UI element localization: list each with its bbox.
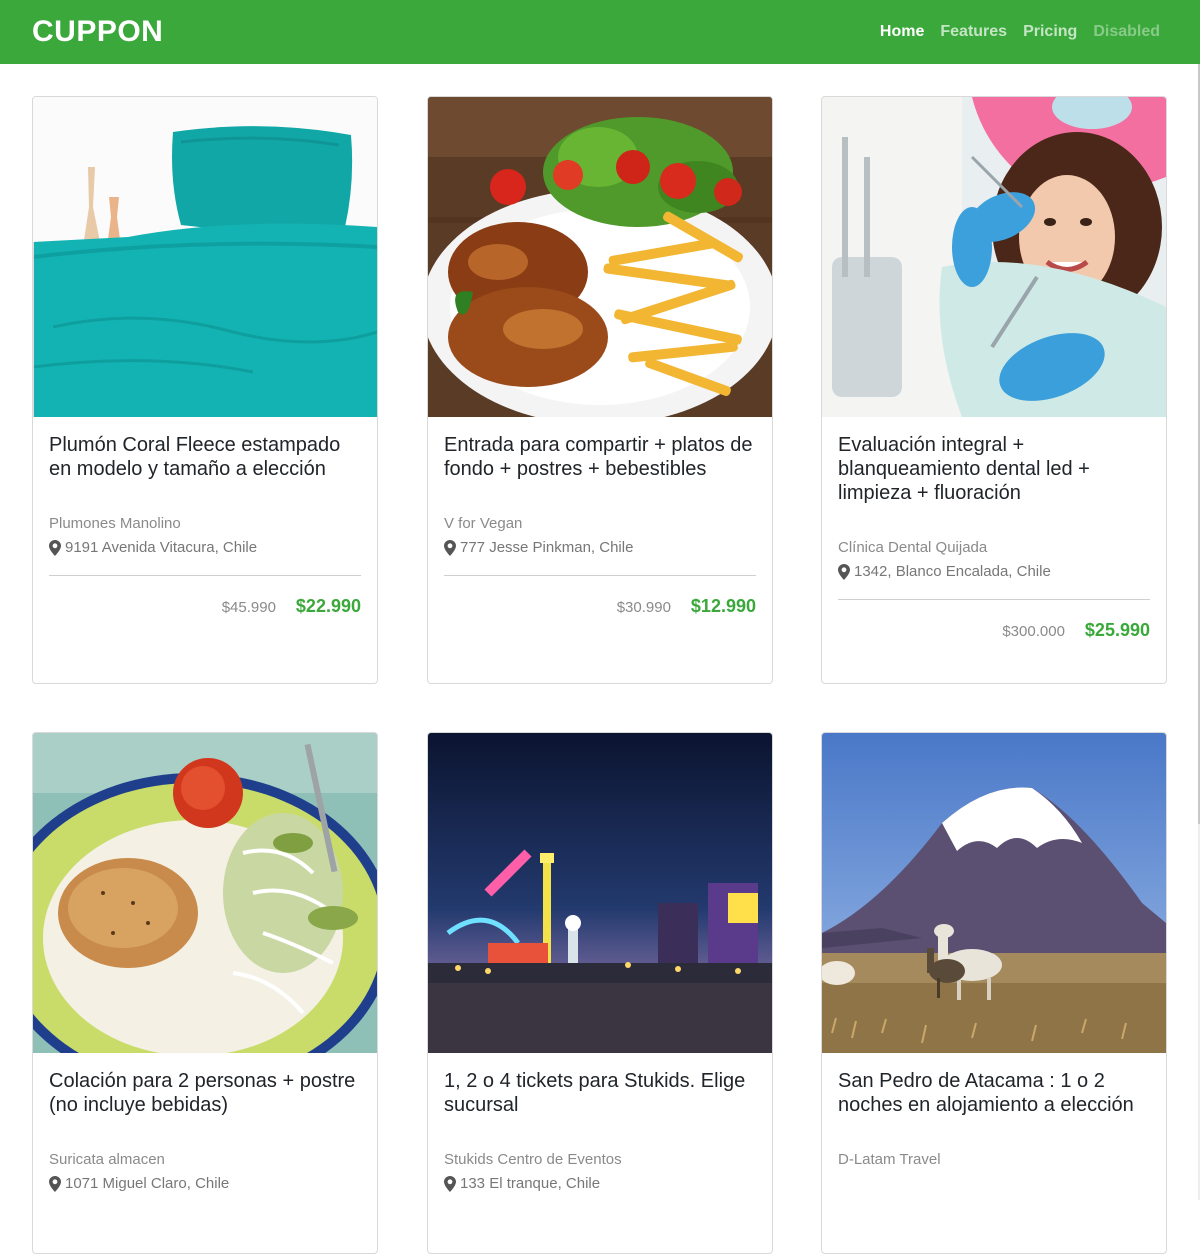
discount-price: $25.990 — [1084, 620, 1150, 640]
map-marker-icon — [444, 540, 456, 556]
nav-link-features[interactable]: Features — [940, 23, 1007, 41]
amusement-park-image — [428, 733, 772, 1053]
address-text: 1071 Miguel Claro, Chile — [65, 1175, 230, 1192]
address-text: 777 Jesse Pinkman, Chile — [460, 539, 634, 556]
discount-price: $22.990 — [295, 596, 361, 616]
map-marker-icon — [444, 1176, 456, 1192]
deal-card[interactable]: Entrada para compartir + platos de fondo… — [427, 96, 773, 684]
merchant-name: Suricata almacen — [49, 1151, 165, 1168]
deal-title[interactable]: San Pedro de Atacama : 1 o 2 noches en a… — [838, 1069, 1150, 1117]
nav-link-home[interactable]: Home — [880, 23, 924, 41]
dental-image — [822, 97, 1166, 417]
deal-image[interactable] — [822, 97, 1166, 417]
deal-address: 777 Jesse Pinkman, Chile — [444, 536, 756, 560]
deal-card[interactable]: Plumón Coral Fleece estampado en modelo … — [32, 96, 378, 684]
price-row: $30.990 $12.990 — [444, 576, 756, 636]
deal-title[interactable]: Plumón Coral Fleece estampado en modelo … — [49, 433, 361, 481]
deal-address: 9191 Avenida Vitacura, Chile — [49, 536, 361, 560]
brand-logo[interactable]: CUPPON — [32, 14, 163, 50]
original-price: $30.990 — [616, 599, 671, 616]
merchant-name: Clínica Dental Quijada — [838, 539, 988, 556]
merchant-name: Stukids Centro de Eventos — [444, 1151, 622, 1168]
deal-card[interactable]: San Pedro de Atacama : 1 o 2 noches en a… — [821, 732, 1167, 1254]
deal-image[interactable] — [33, 97, 377, 417]
original-price: $300.000 — [1002, 623, 1065, 640]
deal-image[interactable] — [428, 733, 772, 1053]
deal-card[interactable]: 1, 2 o 4 tickets para Stukids. Elige suc… — [427, 732, 773, 1254]
address-text: 133 El tranque, Chile — [460, 1175, 601, 1192]
deal-image[interactable] — [33, 733, 377, 1053]
deal-card[interactable]: Colación para 2 personas + postre (no in… — [32, 732, 378, 1254]
food-image — [428, 97, 772, 417]
deal-address: 1342, Blanco Encalada, Chile — [838, 560, 1150, 584]
price-row: $300.000 $25.990 — [838, 600, 1150, 660]
bedding-image — [33, 97, 377, 417]
lunch-image — [33, 733, 377, 1053]
deal-card[interactable]: Evaluación integral + blanqueamiento den… — [821, 96, 1167, 684]
discount-price: $12.990 — [690, 596, 756, 616]
map-marker-icon — [838, 564, 850, 580]
navbar: CUPPON Home Features Pricing Disabled — [0, 0, 1200, 64]
map-marker-icon — [49, 540, 61, 556]
deal-title[interactable]: 1, 2 o 4 tickets para Stukids. Elige suc… — [444, 1069, 756, 1117]
original-price: $45.990 — [221, 599, 276, 616]
deal-title[interactable]: Entrada para compartir + platos de fondo… — [444, 433, 756, 481]
deal-address: 1071 Miguel Claro, Chile — [49, 1172, 361, 1196]
address-text: 1342, Blanco Encalada, Chile — [854, 563, 1051, 580]
nav-links: Home Features Pricing Disabled — [864, 0, 1160, 64]
merchant-name: D-Latam Travel — [838, 1151, 941, 1168]
address-text: 9191 Avenida Vitacura, Chile — [65, 539, 258, 556]
volcano-image — [822, 733, 1166, 1053]
deal-title[interactable]: Evaluación integral + blanqueamiento den… — [838, 433, 1150, 505]
deal-address: 133 El tranque, Chile — [444, 1172, 756, 1196]
merchant-name: V for Vegan — [444, 515, 523, 532]
nav-link-pricing[interactable]: Pricing — [1023, 23, 1077, 41]
map-marker-icon — [49, 1176, 61, 1192]
deal-image[interactable] — [428, 97, 772, 417]
deal-title[interactable]: Colación para 2 personas + postre (no in… — [49, 1069, 361, 1117]
nav-link-disabled: Disabled — [1093, 23, 1160, 40]
merchant-name: Plumones Manolino — [49, 515, 181, 532]
deal-image[interactable] — [822, 733, 1166, 1053]
price-row: $45.990 $22.990 — [49, 576, 361, 636]
